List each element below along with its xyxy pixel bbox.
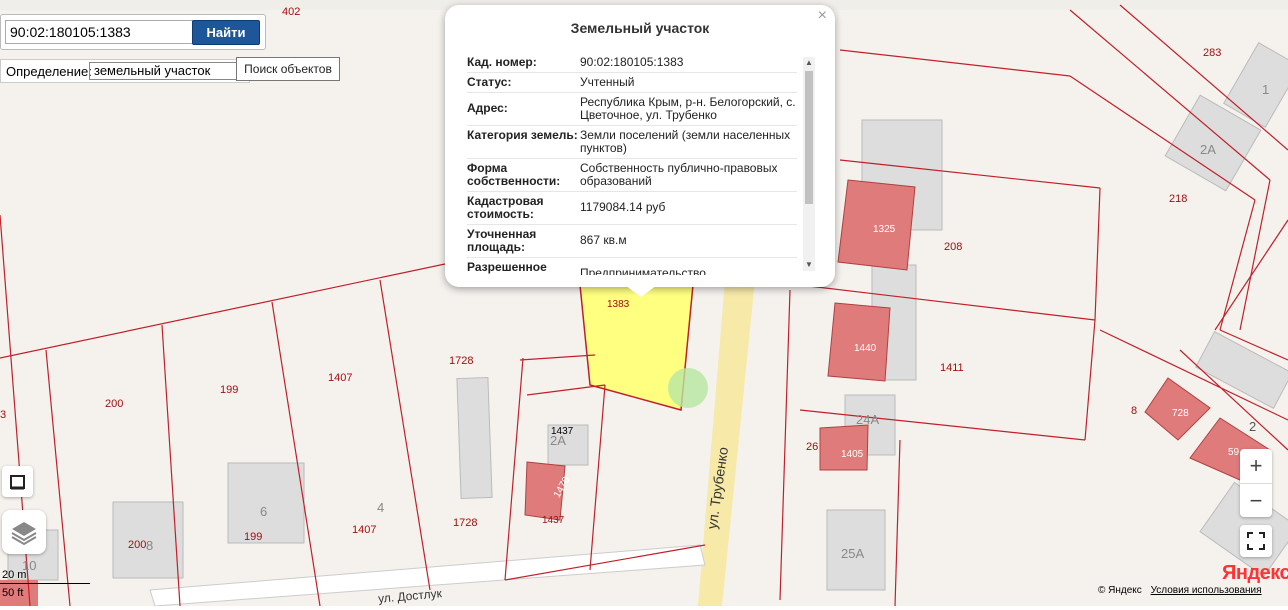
row-value: 867 кв.м xyxy=(580,233,627,247)
popup-row: Статус: Учтенный xyxy=(467,73,797,93)
layers-button[interactable] xyxy=(2,510,46,554)
info-popup: × Земельный участок Кад. номер: 90:02:180… xyxy=(445,5,835,287)
parcel-label: 208 xyxy=(944,241,963,253)
parcel-label: 1470 xyxy=(551,475,573,500)
zoom-in-button[interactable]: + xyxy=(1240,449,1272,482)
scroll-thumb[interactable] xyxy=(805,71,813,204)
search-input[interactable] xyxy=(5,20,193,44)
popup-tail xyxy=(625,285,657,297)
scale-imperial: 50 ft xyxy=(2,587,24,599)
zoom-control: + − xyxy=(1240,449,1272,517)
building-label: 6 xyxy=(260,504,268,519)
row-value: Земли поселений (земли населенных пункто… xyxy=(580,128,791,155)
parcel-label: 200 xyxy=(128,539,147,551)
popup-row: Форма собственности: Собственность публич… xyxy=(467,159,797,192)
row-key: Разрешенное xyxy=(467,260,547,274)
row-key: Категория земель: xyxy=(467,128,578,142)
parcel-label: 199 xyxy=(244,531,263,543)
parcel-label: 1728 xyxy=(449,355,474,367)
parcel-label: 402 xyxy=(282,6,301,18)
parcel-label: 1437 xyxy=(542,515,565,526)
scale-line xyxy=(0,583,90,584)
building-label: 25А xyxy=(841,546,865,561)
popup-title: Земельный участок xyxy=(570,20,710,36)
popup-scrollbar[interactable]: ▲ ▼ xyxy=(803,57,815,271)
fullscreen-icon xyxy=(1247,532,1265,550)
row-value: Учтенный xyxy=(580,75,635,89)
search-panel: Найти xyxy=(0,14,266,50)
layers-icon xyxy=(11,522,37,546)
parcel-label: 1383 xyxy=(607,299,630,310)
row-key: Кадастровая стоимость: xyxy=(467,194,544,221)
row-key: Адрес: xyxy=(467,101,508,115)
ruler-button[interactable] xyxy=(2,466,33,497)
row-key: Форма собственности: xyxy=(467,161,561,188)
row-value: Предпринимательство xyxy=(580,266,706,276)
yandex-logo: Яндекс xyxy=(1222,562,1288,584)
parcel-label: 283 xyxy=(1203,47,1222,59)
fullscreen-button[interactable] xyxy=(1240,525,1272,557)
definition-select-value: земельный участок xyxy=(94,63,211,78)
building-label: 2 xyxy=(1249,419,1257,434)
definition-label: Определение: xyxy=(6,64,92,79)
row-value: 90:02:180105:1383 xyxy=(580,55,684,69)
copyright-text: © Яндекс xyxy=(1098,585,1142,596)
scale-bar: 20 m 50 ft xyxy=(0,567,92,606)
parcel-label: 1728 xyxy=(453,517,478,529)
parcel-label: 200 xyxy=(105,398,124,410)
popup-row: Разрешенное Предпринимательство xyxy=(467,258,797,276)
scale-metric: 20 m xyxy=(2,569,27,581)
street-label-dostluk: ул. Достлук xyxy=(377,586,443,606)
building-label: 1 xyxy=(1262,82,1270,97)
parcel-label: 8 xyxy=(1131,405,1138,417)
ruler-icon xyxy=(9,474,25,489)
bottom-bar xyxy=(0,606,1288,610)
parcel-label: 1440 xyxy=(854,343,877,354)
search-tooltip: Поиск объектов xyxy=(236,57,340,81)
popup-table: Кад. номер: 90:02:180105:1383 Статус: Учте… xyxy=(467,53,797,275)
popup-row: Уточненная площадь: 867 кв.м xyxy=(467,225,797,258)
scroll-down-icon[interactable]: ▼ xyxy=(803,259,815,271)
row-key: Уточненная площадь: xyxy=(467,227,537,254)
building-label: 8 xyxy=(146,538,154,553)
parcel-label: 218 xyxy=(1169,193,1188,205)
building-label: 2А xyxy=(550,433,566,448)
copyright: © Яндекс Условия использования xyxy=(1098,585,1262,596)
definition-select[interactable]: земельный участок xyxy=(89,62,245,80)
parcel-label: 1325 xyxy=(873,224,896,235)
parcel-label: 1405 xyxy=(841,449,864,460)
definition-row: Определение: земельный участок xyxy=(0,59,250,83)
street-label-trubenko: ул. Трубенко xyxy=(703,445,731,531)
parcel-label: 1407 xyxy=(328,372,353,384)
building-label: 24А xyxy=(856,412,880,427)
terms-link[interactable]: Условия использования xyxy=(1151,585,1262,596)
scroll-up-icon[interactable]: ▲ xyxy=(803,57,815,69)
parcel-label: 728 xyxy=(1172,408,1189,419)
row-value: Собственность публично-правовых образова… xyxy=(580,161,778,188)
row-value: 1179084.14 руб xyxy=(580,200,666,214)
parcel-label: 59 xyxy=(1228,447,1240,458)
popup-row: Кад. номер: 90:02:180105:1383 xyxy=(467,53,797,73)
parcel-label: 1411 xyxy=(940,362,964,374)
parcel-label: 199 xyxy=(220,384,239,396)
find-button[interactable]: Найти xyxy=(192,20,260,45)
popup-row: Кадастровая стоимость: 1179084.14 руб xyxy=(467,192,797,225)
parcel-label: 3 xyxy=(0,409,7,421)
building-label: 4 xyxy=(377,500,385,515)
parcel-label: 26 xyxy=(806,441,819,453)
building-label: 2А xyxy=(1200,142,1216,157)
popup-row: Адрес: Республика Крым, р-н. Белогорский,… xyxy=(467,93,797,126)
popup-row: Категория земель: Земли поселений (земли … xyxy=(467,126,797,159)
zoom-out-button[interactable]: − xyxy=(1240,483,1272,517)
row-key: Статус: xyxy=(467,75,512,89)
row-value: Республика Крым, р-н. Белогорский, с. Цв… xyxy=(580,95,796,122)
parcel-label: 1407 xyxy=(352,524,377,536)
row-key: Кад. номер: xyxy=(467,55,537,69)
